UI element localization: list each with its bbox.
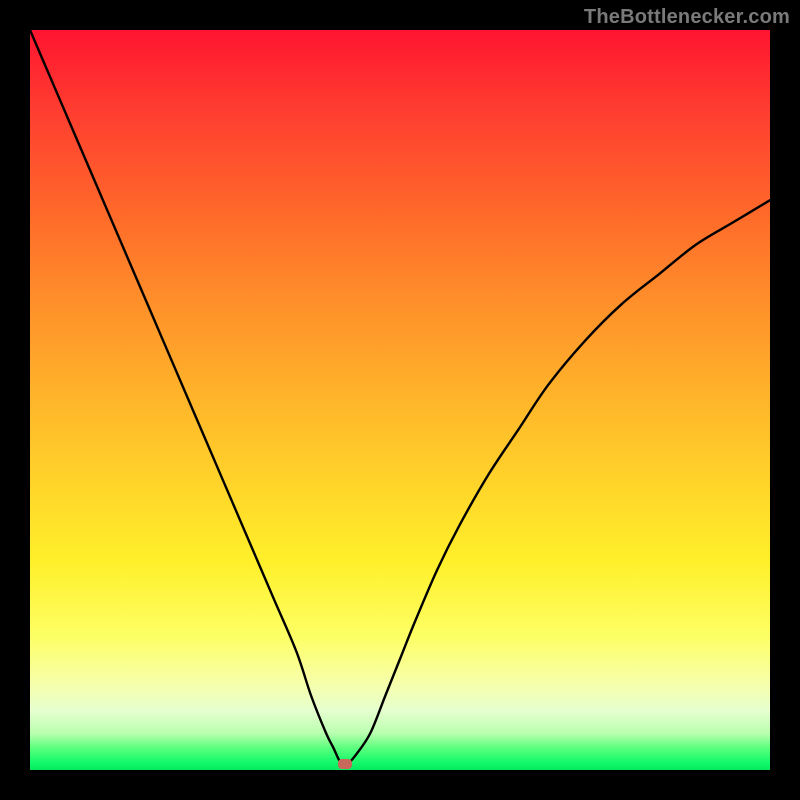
curve-svg [30, 30, 770, 770]
chart-frame: TheBottlenecker.com [0, 0, 800, 800]
optimal-point-marker [338, 759, 352, 769]
bottleneck-curve [30, 30, 770, 764]
watermark-text: TheBottlenecker.com [584, 6, 790, 29]
plot-area [30, 30, 770, 770]
